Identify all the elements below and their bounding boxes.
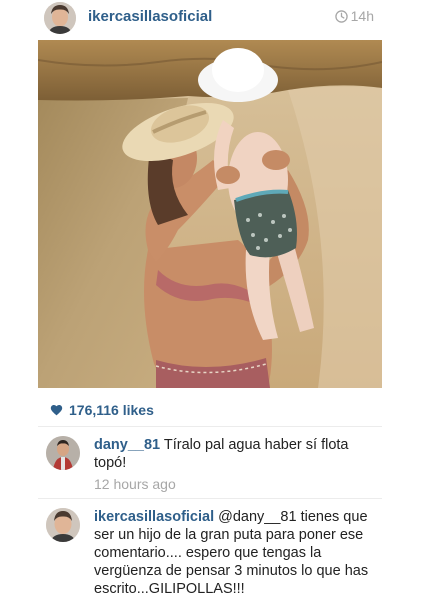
commenter-avatar[interactable] — [46, 508, 80, 542]
divider — [38, 426, 382, 427]
divider — [38, 498, 382, 499]
comment-username[interactable]: dany__81 — [94, 437, 160, 453]
post-header: ikercasillasoficial 14h — [32, 0, 384, 38]
likes-row[interactable]: 176,116 likes — [50, 402, 154, 418]
comment-username[interactable]: ikercasillasoficial — [94, 509, 214, 525]
comment-body: dany__81 Tíralo pal agua haber sí flota … — [94, 436, 376, 493]
commenter-avatar[interactable] — [46, 436, 80, 470]
instagram-post: ikercasillasoficial 14h 176,116 likes da… — [0, 0, 445, 599]
comment-timestamp: 12 hours ago — [94, 476, 176, 492]
clock-icon — [334, 9, 348, 23]
post-time: 14h — [334, 8, 374, 24]
post-photo[interactable] — [38, 40, 382, 388]
author-avatar[interactable] — [44, 2, 76, 34]
likes-count: 176,116 likes — [69, 402, 154, 418]
heart-icon — [50, 405, 63, 416]
post-time-label: 14h — [350, 8, 374, 24]
comment-item: ikercasillasoficial @dany__81 tienes que… — [38, 508, 382, 598]
comment-item: dany__81 Tíralo pal agua haber sí flota … — [38, 436, 382, 492]
author-username[interactable]: ikercasillasoficial — [88, 8, 212, 25]
comment-body: ikercasillasoficial @dany__81 tienes que… — [94, 508, 376, 598]
